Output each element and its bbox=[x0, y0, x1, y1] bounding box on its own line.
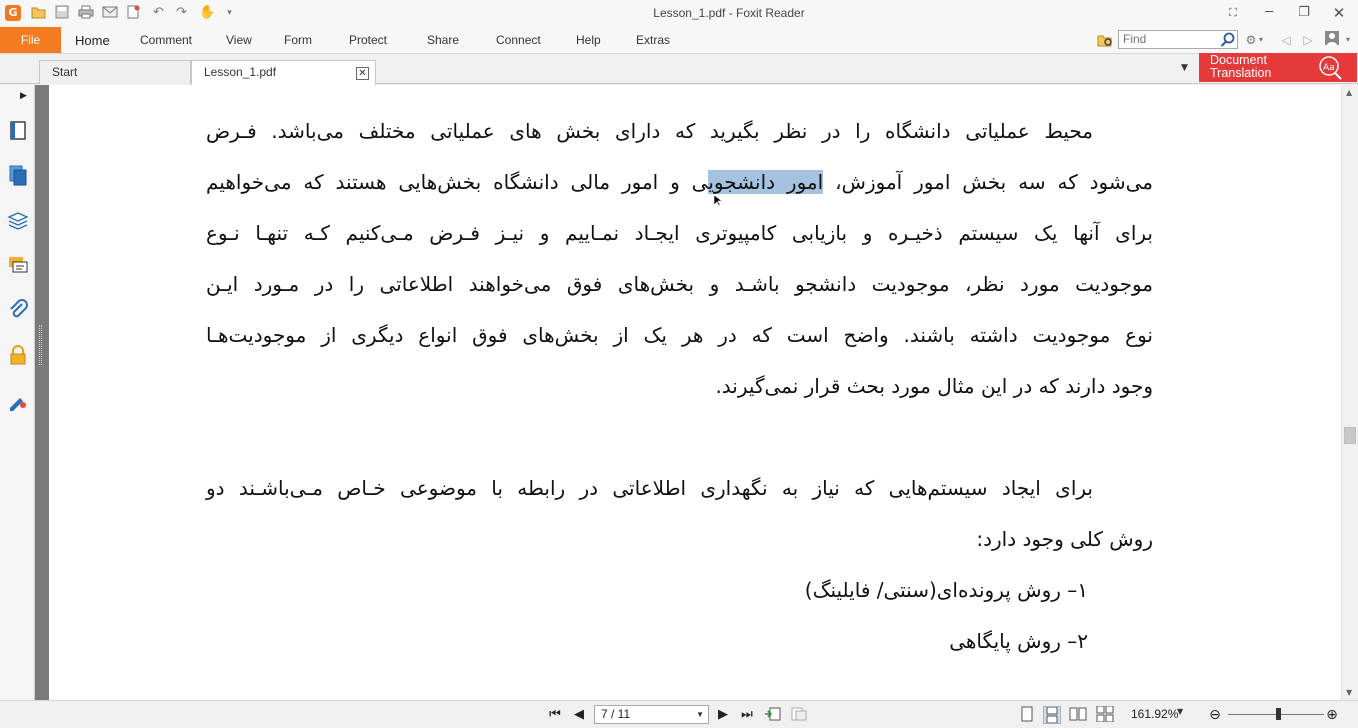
tab-share[interactable]: Share bbox=[427, 27, 459, 53]
email-icon[interactable] bbox=[101, 5, 118, 21]
text-run: می‌شود که سه بخش امور آموزش، bbox=[823, 170, 1154, 194]
paragraph-line: روش کلی وجود دارد: bbox=[976, 527, 1153, 551]
scroll-down-icon[interactable]: ▼ bbox=[1346, 688, 1352, 697]
zoom-in-icon[interactable]: ⊕ bbox=[1323, 706, 1341, 724]
tab-comment[interactable]: Comment bbox=[140, 27, 192, 53]
splitter-grip[interactable] bbox=[39, 325, 42, 365]
customize-icon[interactable]: ▾ bbox=[221, 5, 238, 21]
previous-result-icon[interactable]: ◁ bbox=[1276, 30, 1296, 50]
tab-connect[interactable]: Connect bbox=[496, 27, 541, 53]
tab-start[interactable]: Start bbox=[39, 60, 191, 84]
svg-text:Aa: Aa bbox=[1323, 63, 1335, 73]
paragraph-line: وجود دارند که در این مثال مورد بحث قرار … bbox=[715, 374, 1153, 398]
facing-pages-icon[interactable] bbox=[1069, 706, 1087, 724]
pages-icon[interactable] bbox=[7, 164, 29, 186]
ribbon-tabs: File Home Comment View Form Protect Shar… bbox=[0, 27, 1358, 54]
search-icon[interactable] bbox=[1220, 32, 1235, 47]
bookmarks-icon[interactable] bbox=[7, 119, 29, 141]
redo-icon[interactable]: ↷ bbox=[173, 5, 190, 21]
tab-lesson-1[interactable]: Lesson_1.pdf ✕ bbox=[191, 60, 376, 85]
zoom-out-icon[interactable]: ⊖ bbox=[1206, 706, 1224, 724]
layers-icon[interactable] bbox=[7, 209, 29, 231]
document-viewport[interactable]: محیط عملیاتی دانشگاه را در نظر بگیرید که… bbox=[49, 85, 1341, 700]
text-run: ی و امور مالی دانشگاه بخش‌هایی هستند که … bbox=[206, 170, 709, 194]
document-translation-label: Document Translation bbox=[1210, 53, 1272, 80]
print-icon[interactable] bbox=[77, 5, 94, 21]
save-icon[interactable] bbox=[53, 5, 70, 21]
user-icon[interactable] bbox=[1322, 30, 1342, 50]
text-cursor-icon bbox=[713, 194, 723, 207]
chevron-down-icon[interactable]: ▾ bbox=[1256, 30, 1266, 50]
paragraph-line: نوع موجودیت داشته باشند. واضح است که در … bbox=[206, 323, 1153, 347]
previous-view-icon[interactable] bbox=[764, 706, 782, 724]
tab-protect[interactable]: Protect bbox=[349, 27, 387, 53]
tabs-dropdown-icon[interactable]: ▼ bbox=[1181, 63, 1188, 73]
pane-splitter[interactable] bbox=[35, 85, 49, 700]
file-tab[interactable]: File bbox=[0, 27, 61, 53]
ribbon-toggle-icon[interactable]: ⛶ bbox=[1218, 3, 1248, 23]
undo-icon[interactable]: ↶ bbox=[150, 5, 167, 21]
minimize-button[interactable]: ─ bbox=[1254, 3, 1284, 23]
close-icon[interactable]: ✕ bbox=[356, 67, 369, 80]
new-icon[interactable] bbox=[124, 5, 141, 21]
security-icon[interactable] bbox=[7, 344, 29, 366]
comments-icon[interactable] bbox=[7, 254, 29, 276]
previous-page-icon[interactable]: ◀ bbox=[570, 706, 588, 724]
status-bar: ⏮ ◀ 7 / 11 ▼ ▶ ⏭ 161.92% ▼ ⊖ ⊕ bbox=[0, 700, 1358, 728]
last-page-icon[interactable]: ⏭ bbox=[738, 706, 756, 724]
paragraph-line: برای آنها یک سیستم ذخیـره و بازیابی کامپ… bbox=[206, 221, 1153, 245]
find-folder-icon[interactable] bbox=[1097, 32, 1113, 48]
tab-view[interactable]: View bbox=[226, 27, 252, 53]
page-number-field[interactable]: 7 / 11 ▼ bbox=[594, 705, 709, 724]
paragraph-line: محیط عملیاتی دانشگاه را در نظر بگیرید که… bbox=[206, 119, 1093, 143]
document-translation-button[interactable]: Document Translation Aa bbox=[1199, 53, 1357, 82]
user-menu-chevron-icon[interactable]: ▾ bbox=[1342, 30, 1354, 50]
document-tab-strip: Start Lesson_1.pdf ✕ ▼ bbox=[0, 54, 1358, 85]
single-page-icon[interactable] bbox=[1018, 706, 1036, 724]
attachments-icon[interactable] bbox=[7, 299, 29, 321]
paragraph-line: برای ایجاد سیستم‌هایی که نیاز به نگهداری… bbox=[206, 476, 1093, 500]
translation-icon: Aa bbox=[1317, 55, 1343, 80]
selected-text[interactable]: امور دانشجوی bbox=[708, 170, 824, 194]
signatures-icon[interactable] bbox=[7, 389, 29, 411]
tab-start-label: Start bbox=[52, 65, 78, 79]
list-item: ۱– روش پرونده‌ای(سنتی/ فایلینگ) bbox=[804, 578, 1088, 602]
zoom-dropdown-icon[interactable]: ▼ bbox=[1177, 707, 1183, 716]
hand-tool-icon[interactable]: ✋ bbox=[199, 5, 216, 21]
open-icon[interactable] bbox=[30, 5, 47, 21]
scroll-up-icon[interactable]: ▲ bbox=[1346, 88, 1352, 97]
close-window-button[interactable]: ✕ bbox=[1324, 3, 1354, 23]
chevron-down-icon[interactable]: ▼ bbox=[696, 706, 704, 723]
tab-home[interactable]: Home bbox=[75, 27, 110, 53]
tab-form[interactable]: Form bbox=[284, 27, 312, 53]
zoom-slider-thumb[interactable] bbox=[1276, 708, 1281, 720]
vertical-scrollbar[interactable]: ▲ ▼ bbox=[1341, 85, 1358, 700]
list-item: ۲– روش پایگاهی bbox=[949, 629, 1088, 653]
tab-extras[interactable]: Extras bbox=[636, 27, 670, 53]
paragraph-line: موجودیت مورد نظر، موجودیت دانشجو باشـد و… bbox=[206, 272, 1153, 296]
zoom-level[interactable]: 161.92% bbox=[1131, 707, 1178, 721]
continuous-facing-icon[interactable] bbox=[1096, 705, 1114, 724]
next-page-icon[interactable]: ▶ bbox=[714, 706, 732, 724]
find-input-box[interactable] bbox=[1118, 30, 1238, 49]
expand-pane-icon[interactable]: ▶ bbox=[20, 91, 27, 101]
paragraph-line: می‌شود که سه بخش امور آموزش، امور دانشجو… bbox=[206, 159, 1153, 210]
tab-lesson-1-label: Lesson_1.pdf bbox=[204, 65, 277, 79]
tab-help[interactable]: Help bbox=[576, 27, 601, 53]
continuous-page-icon[interactable] bbox=[1043, 706, 1061, 724]
find-input[interactable] bbox=[1123, 31, 1219, 47]
title-bar: G ↶ ↷ ✋ ▾ Lesson_1.pdf - Foxit Reader ⛶ … bbox=[0, 0, 1358, 27]
next-result-icon[interactable]: ▷ bbox=[1298, 30, 1318, 50]
scroll-thumb[interactable] bbox=[1344, 427, 1356, 444]
next-view-icon[interactable] bbox=[790, 706, 808, 724]
first-page-icon[interactable]: ⏮ bbox=[546, 706, 564, 724]
maximize-button[interactable]: ❐ bbox=[1289, 3, 1319, 23]
app-logo[interactable]: G bbox=[5, 5, 21, 21]
page-content: محیط عملیاتی دانشگاه را در نظر بگیرید که… bbox=[206, 108, 1153, 669]
navigation-pane: ▶ bbox=[0, 85, 35, 700]
page-indicator: 7 / 11 bbox=[601, 707, 631, 721]
